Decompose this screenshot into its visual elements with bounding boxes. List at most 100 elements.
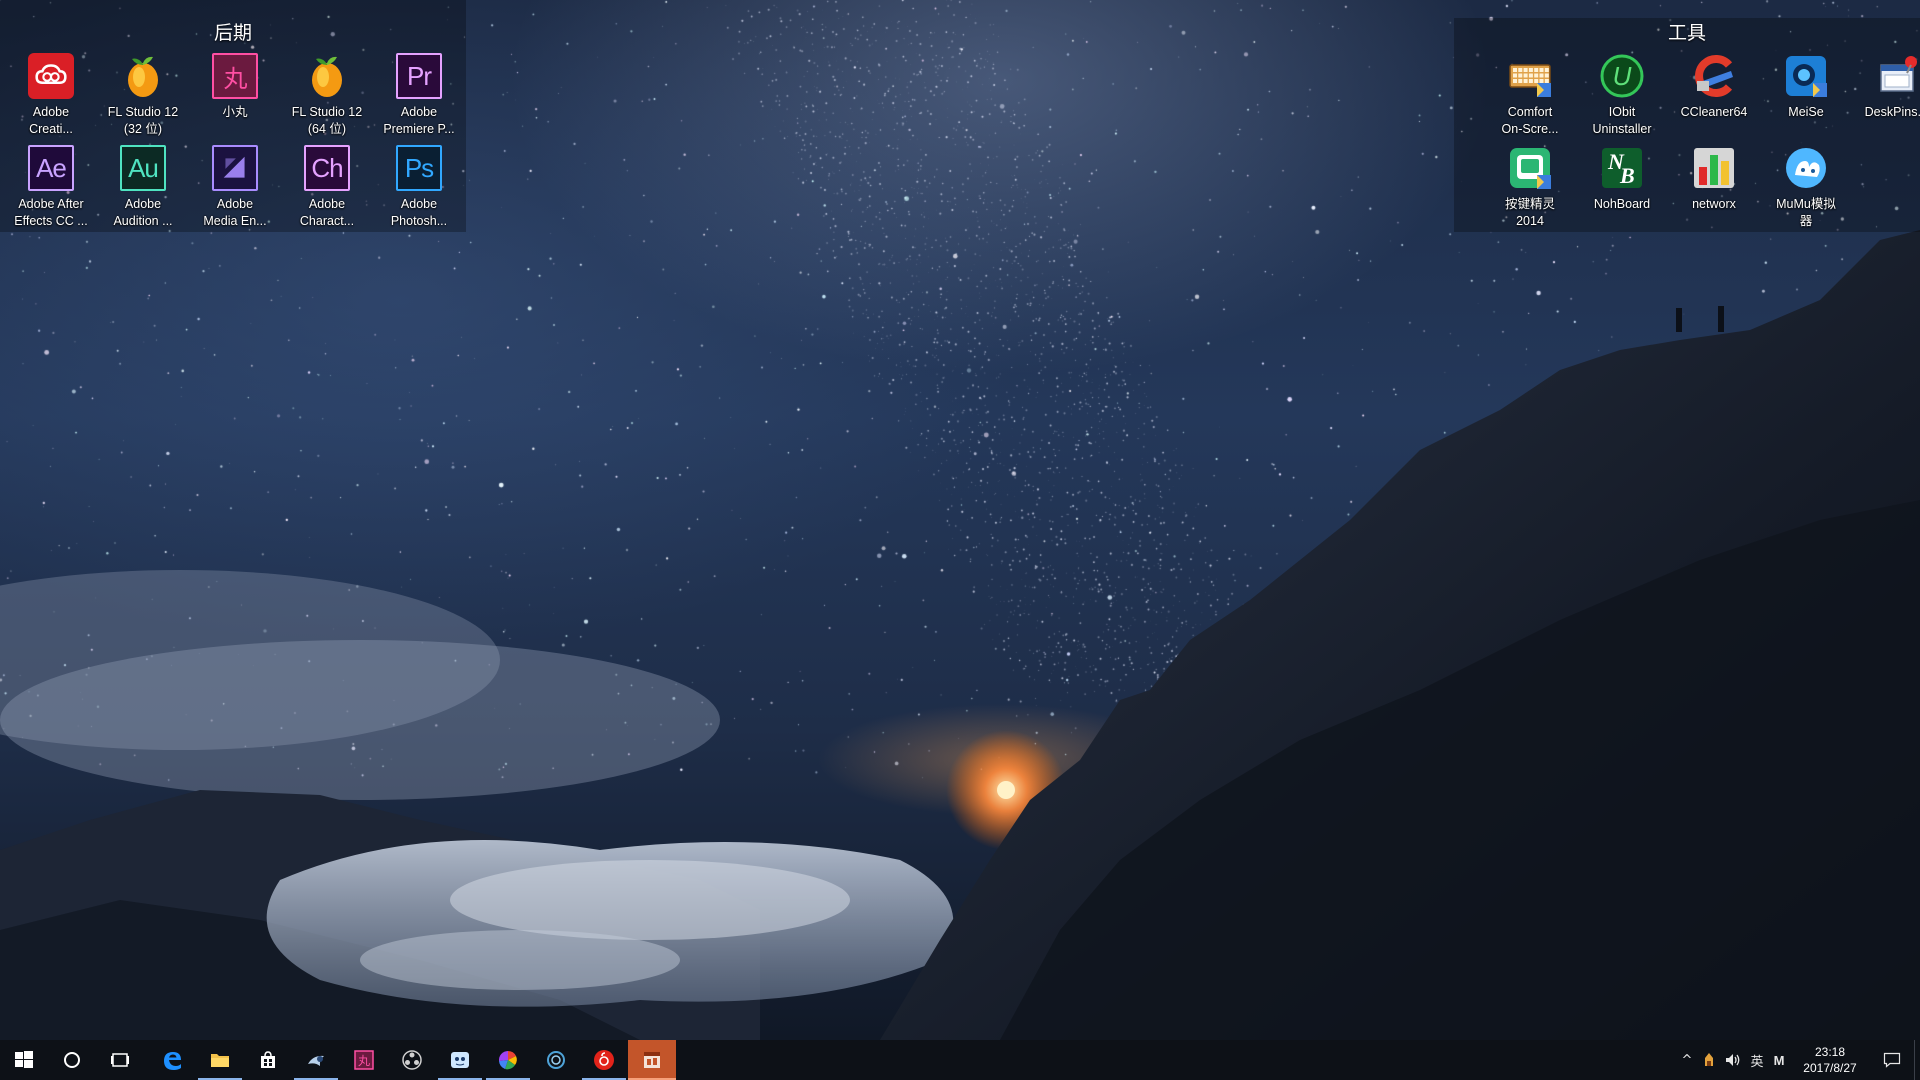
desktop-shortcut-label: Adobe Media En...: [203, 197, 267, 228]
desktop-shortcut[interactable]: DeskPins....: [1852, 50, 1920, 142]
fence-icon-grid: Adobe Creati... FL Studio 12 (32 位) 丸小丸 FL …: [5, 50, 465, 234]
desktop-shortcut[interactable]: Pr Adobe Premiere P...: [373, 50, 465, 142]
svg-text:B: B: [1619, 163, 1635, 188]
show-hidden-icons-chevron[interactable]: ^: [1676, 1040, 1698, 1080]
adobe-premiere-icon: Pr: [395, 52, 443, 100]
system-tray: ^ 英 M 23:18 2017/8/27: [1676, 1040, 1920, 1080]
desktop-shortcut[interactable]: 按键精灵 2014: [1484, 142, 1576, 234]
desktop-shortcut-label: networx: [1692, 197, 1736, 211]
taskbar-xiaowan[interactable]: 丸: [340, 1040, 388, 1080]
adobe-media-encoder-icon: [211, 144, 259, 192]
adobe-photoshop-icon: Ps: [395, 144, 443, 192]
netease-music-icon: [593, 1049, 615, 1071]
desktop-shortcut-label: Adobe After Effects CC ...: [14, 197, 88, 228]
fl-studio-icon: [303, 52, 351, 100]
desktop-shortcut-label: IObit Uninstaller: [1592, 105, 1652, 136]
desktop-shortcut[interactable]: Ps Adobe Photosh...: [373, 142, 465, 234]
windows-logo-icon: [13, 1049, 35, 1071]
adobe-character-animator-icon: Ch: [303, 144, 351, 192]
taskbar-color-app[interactable]: [484, 1040, 532, 1080]
desktop-shortcut-label: CCleaner64: [1680, 105, 1748, 119]
desktop-shortcut[interactable]: N B NohBoard: [1576, 142, 1668, 234]
xiaowan-icon: 丸: [211, 52, 259, 100]
desktop-shortcut[interactable]: Au Adobe Audition ...: [97, 142, 189, 234]
adobe-creative-cloud-icon: [27, 52, 75, 100]
desktop-shortcut[interactable]: Ae Adobe After Effects CC ...: [5, 142, 97, 234]
desktop-shortcut-label: FL Studio 12 (32 位): [107, 105, 179, 136]
xiaowan-icon: 丸: [353, 1049, 375, 1071]
action-center-icon[interactable]: [1870, 1040, 1914, 1080]
desktop-shortcut-label: Adobe Creati...: [29, 105, 73, 136]
start-button[interactable]: [0, 1040, 48, 1080]
cortana-button[interactable]: [48, 1040, 96, 1080]
taskbar-netease-music[interactable]: [580, 1040, 628, 1080]
edge-icon: [161, 1049, 183, 1071]
fence-title: 工具: [1667, 22, 1706, 44]
taskbar: 丸 ^ 英 M 23:18 2017/8/27: [0, 1040, 1920, 1080]
steam-icon: [305, 1049, 327, 1071]
desktop-shortcut-label: Adobe Premiere P...: [383, 105, 455, 136]
anjian-jingling-icon: [1506, 144, 1554, 192]
taskbar-active-app[interactable]: [628, 1040, 676, 1080]
volume-icon[interactable]: [1720, 1040, 1746, 1080]
desktop-shortcut-label: 小丸: [222, 105, 248, 119]
taskbar-file-explorer[interactable]: [196, 1040, 244, 1080]
desktop-shortcut[interactable]: Adobe Creati...: [5, 50, 97, 142]
fence-title: 后期: [213, 22, 252, 44]
color-wheel-icon: [497, 1049, 519, 1071]
fl-studio-icon: [119, 52, 167, 100]
taskbar-edge[interactable]: [148, 1040, 196, 1080]
desktop-shortcut-label: MeiSe: [1788, 105, 1824, 119]
svg-text:丸: 丸: [358, 1054, 370, 1068]
desktop-shortcut[interactable]: Ch Adobe Charact...: [281, 142, 373, 234]
desktop-shortcut-label: Comfort On-Scre...: [1501, 105, 1559, 136]
folder-icon: [209, 1049, 231, 1071]
obs-icon: [401, 1049, 423, 1071]
taskbar-app-list: 丸: [0, 1040, 676, 1080]
desktop-shortcut-label: NohBoard: [1593, 197, 1651, 211]
clock-date: 2017/8/27: [1803, 1061, 1857, 1075]
ccleaner-icon: [1690, 52, 1738, 100]
networx-icon: [1690, 144, 1738, 192]
desktop-shortcut-label: 按键精灵 2014: [1504, 197, 1555, 228]
taskbar-steam[interactable]: [292, 1040, 340, 1080]
clock-time: 23:18: [1814, 1045, 1846, 1059]
desktop-shortcut[interactable]: MuMu模拟 器: [1760, 142, 1852, 234]
taskbar-qq-game[interactable]: [436, 1040, 484, 1080]
desktop-shortcut[interactable]: networx: [1668, 142, 1760, 234]
adobe-after-effects-icon: Ae: [27, 144, 75, 192]
desktop-shortcut[interactable]: FL Studio 12 (64 位): [281, 50, 373, 142]
deskpins-icon: [1874, 52, 1920, 100]
taskbar-obs[interactable]: [388, 1040, 436, 1080]
desktop-shortcut-label: Adobe Charact...: [299, 197, 355, 228]
desktop-shortcut[interactable]: CCleaner64: [1668, 50, 1760, 142]
iobit-uninstaller-icon: U: [1598, 52, 1646, 100]
desktop-shortcut-label: Adobe Audition ...: [113, 197, 173, 228]
desktop-shortcut-label: DeskPins....: [1864, 105, 1920, 119]
qq-game-icon: [449, 1049, 471, 1071]
desktop-shortcut[interactable]: 丸小丸: [189, 50, 281, 142]
clock[interactable]: 23:18 2017/8/27: [1790, 1040, 1870, 1080]
mumu-emulator-icon: [1782, 144, 1830, 192]
desktop[interactable]: 后期 Adobe Creati... FL Studio 12 (32 位) 丸小丸…: [0, 0, 1920, 1040]
show-desktop-button[interactable]: [1914, 1040, 1920, 1080]
desktop-shortcut-label: MuMu模拟 器: [1776, 197, 1836, 228]
ime-language-indicator[interactable]: 英: [1746, 1040, 1768, 1080]
tray-app-icon[interactable]: [1698, 1040, 1720, 1080]
fence-icon-grid: Comfort On-Scre... U IObit Uninstaller CCle…: [1484, 50, 1920, 234]
store-icon: [257, 1049, 279, 1071]
desktop-shortcut[interactable]: MeiSe: [1760, 50, 1852, 142]
desktop-shortcut[interactable]: U IObit Uninstaller: [1576, 50, 1668, 142]
ime-mode-indicator[interactable]: M: [1768, 1040, 1790, 1080]
desktop-shortcut-label: Adobe Photosh...: [390, 197, 448, 228]
taskbar-store[interactable]: [244, 1040, 292, 1080]
adobe-audition-icon: Au: [119, 144, 167, 192]
task-view-button[interactable]: [96, 1040, 144, 1080]
taskbar-steam-alt[interactable]: [532, 1040, 580, 1080]
desktop-shortcut[interactable]: Comfort On-Scre...: [1484, 50, 1576, 142]
nohboard-icon: NB: [1598, 144, 1646, 192]
meise-icon: [1782, 52, 1830, 100]
desktop-shortcut[interactable]: FL Studio 12 (32 位): [97, 50, 189, 142]
keyboard-icon: [1506, 52, 1554, 100]
desktop-shortcut[interactable]: Adobe Media En...: [189, 142, 281, 234]
